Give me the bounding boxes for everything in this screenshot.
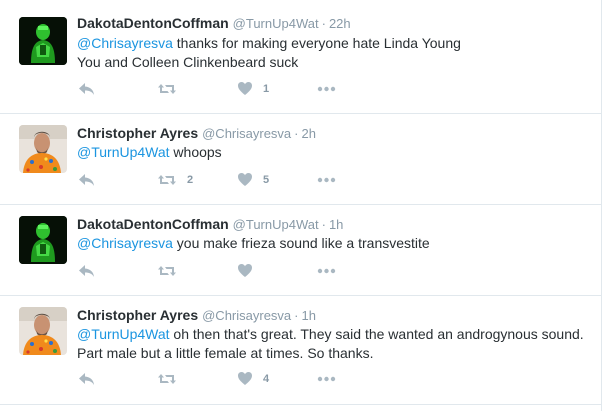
user-display-name[interactable]: Christopher Ayres <box>77 307 198 323</box>
user-handle[interactable]: @TurnUp4Wat <box>233 16 319 31</box>
heart-icon <box>238 372 252 385</box>
user-handle[interactable]: @Chrisayresva <box>202 308 291 323</box>
tweet-timestamp[interactable]: 2h <box>302 126 316 141</box>
mention-link[interactable]: @Chrisayresva <box>77 235 173 251</box>
tweet-body-line: You and Colleen Clinkenbeard suck <box>77 54 299 70</box>
tweet-actions <box>77 262 377 280</box>
retweet-button[interactable] <box>157 370 177 388</box>
mention-link[interactable]: @TurnUp4Wat <box>77 326 170 342</box>
retweet-icon <box>158 84 176 94</box>
user-display-name[interactable]: DakotaDentonCoffman <box>77 216 229 232</box>
more-options-button[interactable] <box>317 171 337 189</box>
heart-icon <box>238 264 252 277</box>
tweet-actions: 4 <box>77 370 377 388</box>
reply-button[interactable] <box>77 171 95 189</box>
avatar[interactable] <box>19 307 67 355</box>
reply-button[interactable] <box>77 370 95 388</box>
like-button[interactable]: 1 <box>237 80 269 98</box>
retweet-count: 2 <box>187 174 194 186</box>
more-dots-icon <box>317 268 336 274</box>
tweet-item[interactable] <box>0 405 602 411</box>
reply-button[interactable] <box>77 80 95 98</box>
retweet-icon <box>158 175 176 185</box>
tweet-actions: 2 5 <box>77 171 377 189</box>
retweet-button[interactable] <box>157 262 177 280</box>
tweet-body-text: you make frieza sound like a transvestit… <box>172 235 430 251</box>
tweet-header: Christopher Ayres @Chrisayresva · 2h <box>77 124 316 143</box>
more-options-button[interactable] <box>317 370 337 388</box>
retweet-icon <box>158 266 176 276</box>
like-button[interactable]: 5 <box>237 171 269 189</box>
like-count: 5 <box>263 174 270 186</box>
tweet-body-text: thanks for making everyone hate Linda Yo… <box>172 35 461 51</box>
tweet-header: DakotaDentonCoffman @TurnUp4Wat · 22h <box>77 14 351 33</box>
tweet-body-text: whoops <box>169 144 222 160</box>
header-separator: · <box>321 16 326 31</box>
green-figure-avatar <box>19 216 67 264</box>
like-button[interactable]: 4 <box>237 370 269 388</box>
tweet-header: Christopher Ayres @Chrisayresva · 1h <box>77 306 316 325</box>
more-dots-icon <box>317 86 336 92</box>
tweet-header: DakotaDentonCoffman @TurnUp4Wat · 1h <box>77 215 343 234</box>
avatar[interactable] <box>19 17 67 65</box>
tweet-timestamp[interactable]: 1h <box>329 217 343 232</box>
mention-link[interactable]: @TurnUp4Wat <box>77 144 170 160</box>
tweet-timestamp[interactable]: 1h <box>302 308 316 323</box>
header-separator: · <box>321 217 326 232</box>
heart-icon <box>238 173 252 186</box>
retweet-icon <box>158 374 176 384</box>
reply-icon <box>79 174 94 186</box>
retweet-button[interactable] <box>157 80 187 98</box>
user-display-name[interactable]: DakotaDentonCoffman <box>77 15 229 31</box>
retweet-button[interactable]: 2 <box>157 171 193 189</box>
more-options-button[interactable] <box>317 80 337 98</box>
like-count: 1 <box>263 83 270 95</box>
like-count: 4 <box>263 373 270 385</box>
like-button[interactable] <box>237 262 253 280</box>
more-dots-icon <box>317 376 336 382</box>
reply-button[interactable] <box>77 262 95 280</box>
tweet-text: @TurnUp4Wat oh then that's great. They s… <box>77 325 587 363</box>
heart-icon <box>238 82 252 95</box>
tweet-item[interactable]: DakotaDentonCoffman @TurnUp4Wat · 22h @Chri… <box>0 0 602 114</box>
tweet-text: @Chrisayresva thanks for making everyone… <box>77 34 587 72</box>
avatar[interactable] <box>19 216 67 264</box>
more-options-button[interactable] <box>317 262 337 280</box>
tweet-timestamp[interactable]: 22h <box>329 16 351 31</box>
tweet-text: @TurnUp4Wat whoops <box>77 143 587 162</box>
green-figure-avatar <box>19 17 67 65</box>
user-handle[interactable]: @Chrisayresva <box>202 126 291 141</box>
tweet-actions: 1 <box>77 80 377 98</box>
tweet-text: @Chrisayresva you make frieza sound like… <box>77 234 587 253</box>
tweet-item[interactable]: Christopher Ayres @Chrisayresva · 1h @TurnU… <box>0 296 602 405</box>
man-in-orange-shirt-avatar <box>19 307 67 355</box>
reply-icon <box>79 373 94 385</box>
user-handle[interactable]: @TurnUp4Wat <box>233 217 319 232</box>
tweet-conversation-feed: DakotaDentonCoffman @TurnUp4Wat · 22h @Chri… <box>0 0 602 411</box>
tweet-item[interactable]: Christopher Ayres @Chrisayresva · 2h @TurnU… <box>0 114 602 205</box>
user-display-name[interactable]: Christopher Ayres <box>77 125 198 141</box>
man-in-orange-shirt-avatar <box>19 125 67 173</box>
avatar[interactable] <box>19 125 67 173</box>
reply-icon <box>79 265 94 277</box>
tweet-item[interactable]: DakotaDentonCoffman @TurnUp4Wat · 1h @Chris… <box>0 205 602 296</box>
header-separator: · <box>294 126 299 141</box>
reply-icon <box>79 83 94 95</box>
mention-link[interactable]: @Chrisayresva <box>77 35 173 51</box>
header-separator: · <box>294 308 299 323</box>
more-dots-icon <box>317 177 336 183</box>
